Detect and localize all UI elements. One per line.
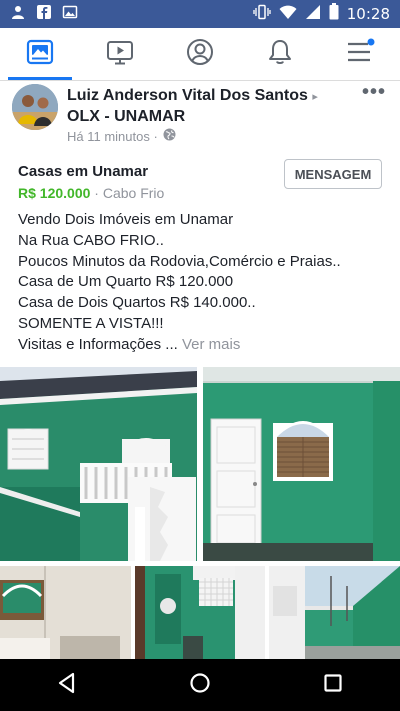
signal-icon xyxy=(305,4,321,25)
group-name[interactable]: OLX - UNAMAR xyxy=(67,108,185,125)
post-meta: Há 11 minutos · xyxy=(67,128,176,144)
description-line: Visitas e Informações ... xyxy=(18,335,178,353)
description-line: Poucos Minutos da Rodovia,Comércio e Pra… xyxy=(18,252,341,270)
avatar[interactable] xyxy=(12,84,58,130)
house-interior-door-photo[interactable] xyxy=(203,367,400,561)
description-line: Na Rua CABO FRIO.. xyxy=(18,231,164,249)
tab-feed[interactable] xyxy=(0,28,80,80)
tab-notifications[interactable] xyxy=(240,28,320,80)
home-icon[interactable] xyxy=(188,671,212,700)
tab-profile[interactable] xyxy=(160,28,240,80)
top-navigation xyxy=(0,28,400,81)
wifi-icon xyxy=(279,4,297,25)
description-line: Casa de Um Quarto R$ 120.000 xyxy=(18,273,234,291)
listing-location: · Cabo Frio xyxy=(90,185,165,201)
profile-icon xyxy=(186,38,214,71)
backyard-photo[interactable] xyxy=(269,566,400,659)
listing-title[interactable]: Casas em Unamar xyxy=(18,163,148,180)
hallway-photo[interactable] xyxy=(135,566,265,659)
system-navigation-bar xyxy=(0,659,400,711)
post: Luiz Anderson Vital Dos Santos ▸ OLX - U… xyxy=(0,81,400,203)
listing-price: R$ 120.000 xyxy=(18,185,91,201)
battery-icon xyxy=(329,3,339,25)
house-exterior-photo[interactable] xyxy=(0,367,197,561)
see-more-link[interactable]: Ver mais xyxy=(182,336,240,353)
image-notification-icon xyxy=(62,4,78,25)
feed-icon xyxy=(26,39,54,70)
privacy-globe-icon xyxy=(163,128,176,144)
listing-price-line: R$ 120.000 · Cabo Frio xyxy=(18,185,164,201)
status-bar: 10:28 xyxy=(0,0,400,28)
post-author-group: Luiz Anderson Vital Dos Santos ▸ OLX - U… xyxy=(67,86,337,127)
menu-icon xyxy=(345,38,375,71)
post-time[interactable]: Há 11 minutos · xyxy=(67,129,158,144)
person-status-icon xyxy=(10,4,26,25)
tab-menu[interactable] xyxy=(320,28,400,80)
description-line: SOMENTE A VISTA!!! xyxy=(18,314,164,332)
back-icon[interactable] xyxy=(55,671,79,700)
description-last-line: Visitas e Informações ... Ver mais xyxy=(18,335,388,356)
notifications-bell-icon xyxy=(266,38,294,71)
status-time: 10:28 xyxy=(346,5,390,23)
message-button[interactable]: MENSAGEM xyxy=(284,159,382,189)
photo-grid xyxy=(0,367,400,659)
listing-info: Casas em Unamar R$ 120.000 · Cabo Frio M… xyxy=(0,155,400,203)
more-options-button[interactable]: ••• xyxy=(362,81,386,104)
recents-icon[interactable] xyxy=(321,671,345,700)
vibrate-icon xyxy=(253,4,271,25)
post-description: Vendo Dois Imóveis em Unamar Na Rua CABO… xyxy=(18,210,388,356)
description-line: Casa de Dois Quartos R$ 140.000.. xyxy=(18,294,256,312)
tab-watch[interactable] xyxy=(80,28,160,80)
kitchen-photo[interactable] xyxy=(0,566,131,659)
watch-icon xyxy=(106,38,134,71)
post-header: Luiz Anderson Vital Dos Santos ▸ OLX - U… xyxy=(0,81,400,155)
facebook-notification-icon xyxy=(36,4,52,25)
group-arrow-icon: ▸ xyxy=(312,91,318,103)
description-line: Vendo Dois Imóveis em Unamar xyxy=(18,211,234,228)
author-name[interactable]: Luiz Anderson Vital Dos Santos xyxy=(67,87,308,104)
